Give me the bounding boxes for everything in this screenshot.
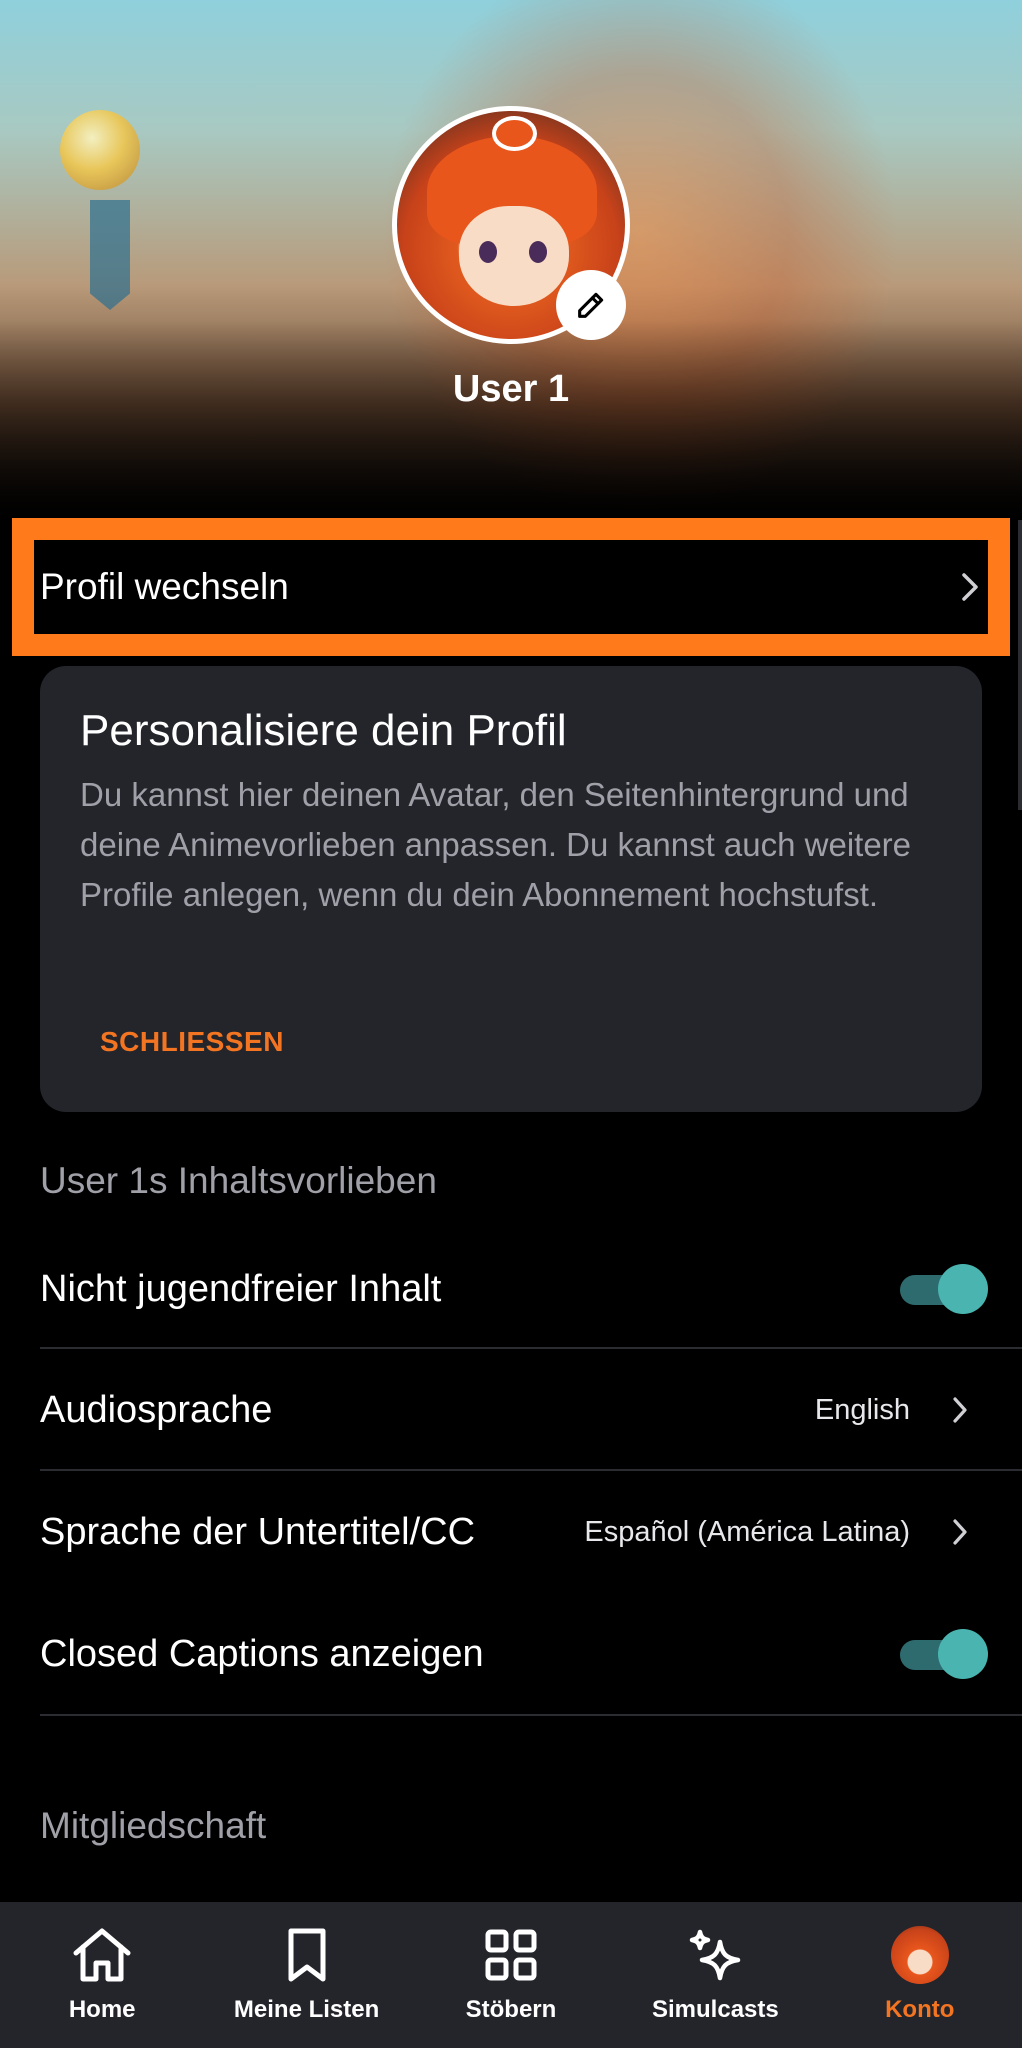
chevron-right-icon: [953, 1397, 967, 1423]
chevron-right-icon: [953, 1519, 967, 1545]
toggle-knob: [938, 1629, 988, 1679]
background-fade: [0, 320, 1022, 520]
background-banner: [90, 200, 130, 310]
switch-profile-label: Profil wechseln: [40, 566, 289, 607]
mature-content-toggle[interactable]: [900, 1264, 988, 1314]
nav-item-simulcasts[interactable]: Simulcasts: [613, 1902, 817, 2048]
scrollbar[interactable]: [1018, 520, 1022, 810]
personalize-profile-card: Personalisiere dein Profil Du kannst hie…: [40, 666, 982, 1112]
nav-label: Home: [68, 1996, 136, 2023]
subtitle-language-value: Español (América Latina): [584, 1515, 910, 1548]
nav-label: Konto: [885, 1996, 955, 2023]
closed-captions-row[interactable]: Closed Captions anzeigen: [40, 1594, 1022, 1714]
switch-profile-button[interactable]: Profil wechseln: [34, 540, 988, 634]
bottom-navigation: Home Meine Listen Stöbern Simulcasts Kon…: [0, 1902, 1022, 2048]
divider: [40, 1714, 1022, 1716]
bookmark-icon: [288, 1928, 326, 1982]
nav-label: Simulcasts: [652, 1996, 779, 2023]
sparkle-icon: [690, 1929, 741, 1981]
toggle-knob: [938, 1264, 988, 1314]
nav-item-home[interactable]: Home: [0, 1902, 204, 2048]
closed-captions-label: Closed Captions anzeigen: [40, 1632, 484, 1675]
edit-profile-button[interactable]: [556, 270, 626, 340]
subtitle-language-row[interactable]: Sprache der Untertitel/CC Español (Améri…: [40, 1472, 1022, 1592]
nav-item-stoebern[interactable]: Stöbern: [409, 1902, 613, 2048]
preferences-section-title: User 1s Inhaltsvorlieben: [40, 1160, 437, 1201]
audio-language-value: English: [814, 1393, 910, 1426]
avatar-eye-right: [529, 241, 547, 263]
card-body: Du kannst hier deinen Avatar, den Seiten…: [80, 776, 912, 913]
profile-avatar-icon: [890, 1926, 949, 1984]
mature-content-row[interactable]: Nicht jugendfreier Inhalt: [40, 1229, 1022, 1349]
divider: [40, 1469, 1022, 1471]
mature-content-label: Nicht jugendfreier Inhalt: [40, 1267, 442, 1310]
nav-item-konto[interactable]: Konto: [818, 1902, 1022, 2048]
background-lamp: [60, 110, 140, 190]
closed-captions-toggle[interactable]: [900, 1629, 988, 1679]
profile-avatar-container: [392, 106, 630, 344]
avatar-bow: [492, 116, 537, 151]
home-icon: [73, 1928, 131, 1982]
subtitle-language-label: Sprache der Untertitel/CC: [40, 1510, 476, 1553]
grid-icon: [485, 1929, 537, 1981]
audio-language-row[interactable]: Audiosprache English: [40, 1350, 1022, 1470]
close-card-button[interactable]: SCHLIESSEN: [100, 1026, 284, 1058]
audio-language-label: Audiosprache: [40, 1388, 273, 1431]
pencil-icon: [578, 292, 604, 318]
card-title: Personalisiere dein Profil: [80, 706, 567, 755]
profile-username: User 1: [452, 368, 570, 410]
nav-item-meine-listen[interactable]: Meine Listen: [204, 1902, 408, 2048]
avatar-face: [459, 206, 569, 306]
membership-section-title: Mitgliedschaft: [40, 1805, 267, 1846]
chevron-right-icon: [962, 573, 978, 601]
divider: [40, 1347, 1022, 1349]
nav-label: Meine Listen: [233, 1996, 380, 2023]
avatar-eye-left: [479, 241, 497, 263]
nav-label: Stöbern: [465, 1996, 557, 2023]
